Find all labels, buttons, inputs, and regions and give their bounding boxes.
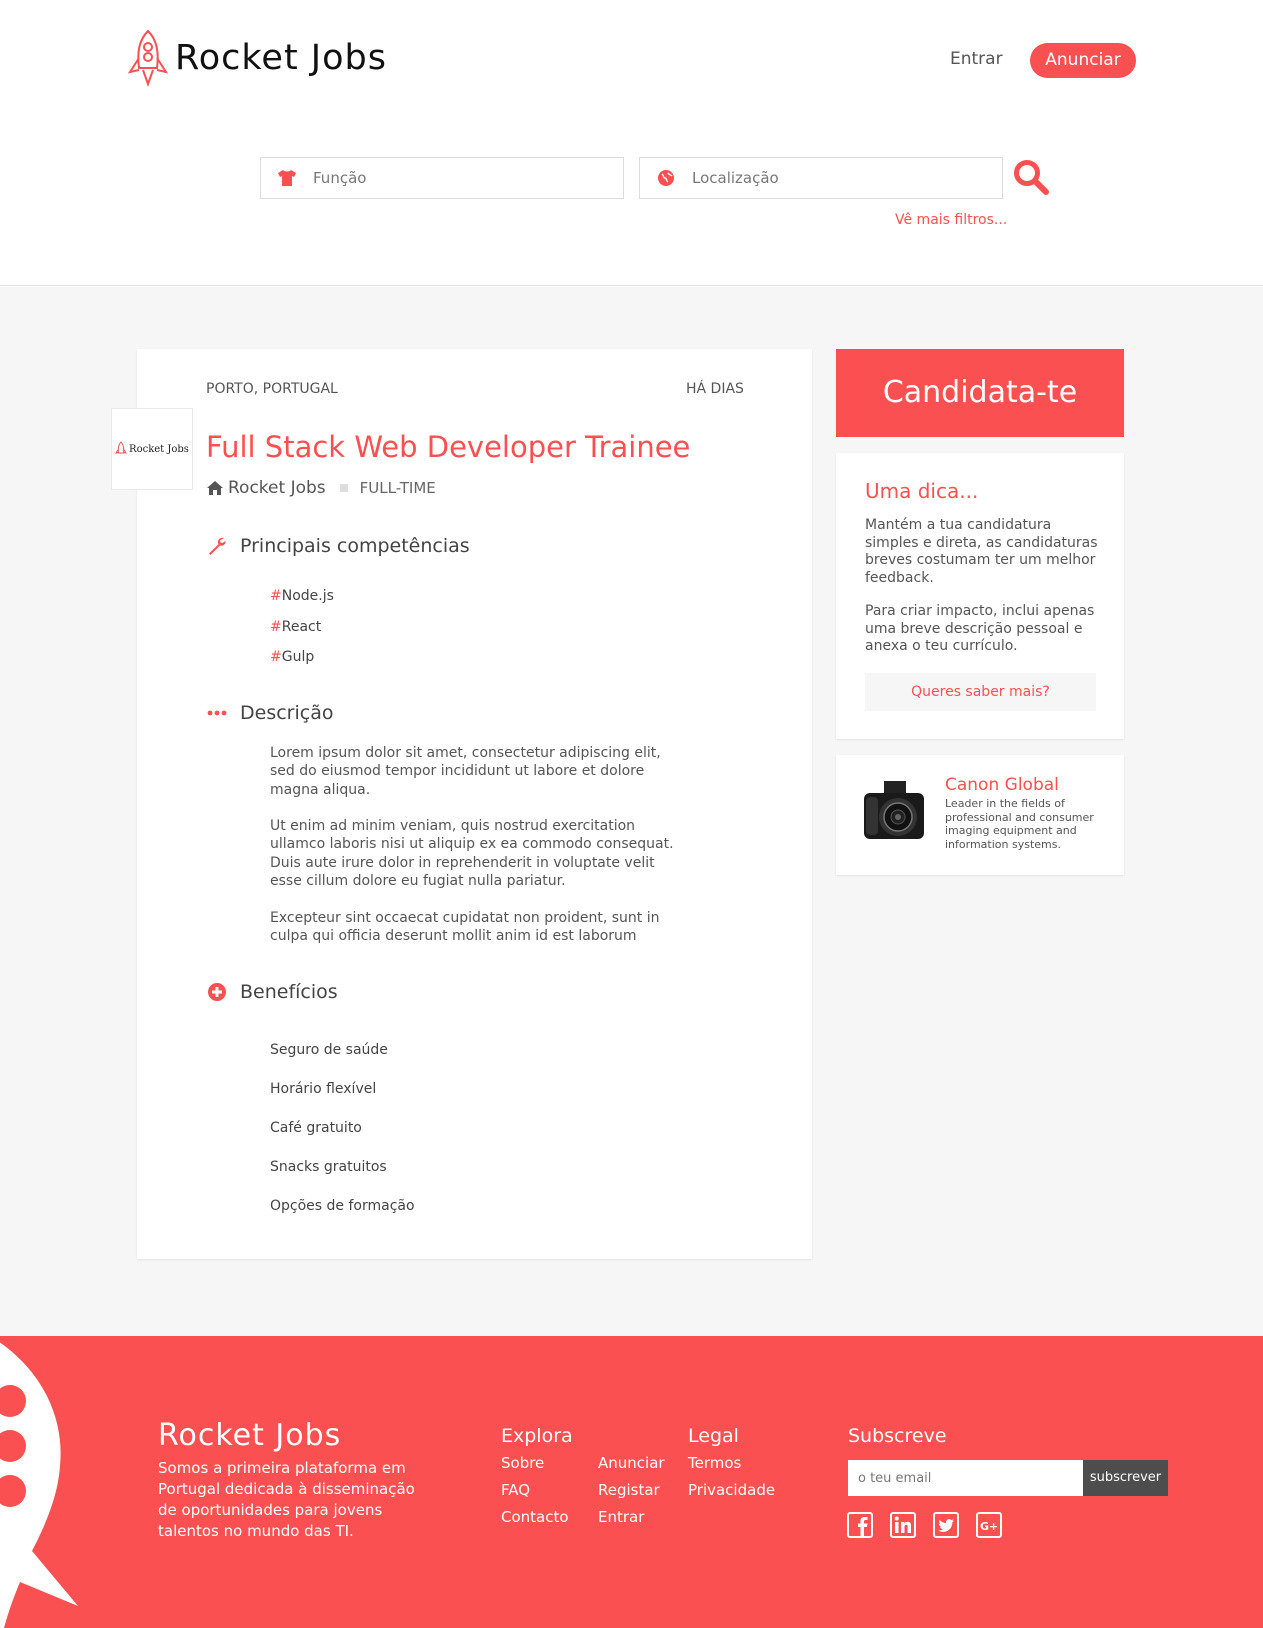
site-footer: Rocket Jobs Somos a primeira plataforma …: [0, 1336, 1263, 1628]
benefits-title: Benefícios: [240, 981, 338, 1003]
role-input[interactable]: [313, 169, 573, 187]
learn-more-button[interactable]: Queres saber mais?: [865, 673, 1096, 711]
wrench-icon: [206, 535, 228, 557]
location-input[interactable]: [692, 169, 952, 187]
skill-label: Node.js: [281, 588, 334, 604]
tip-title: Uma dica...: [865, 479, 979, 503]
search-icon[interactable]: [1012, 158, 1050, 196]
footer-link-anunciar[interactable]: Anunciar: [598, 1454, 665, 1472]
company-name[interactable]: Rocket Jobs: [228, 478, 326, 498]
skills-list: #Node.js #React #Gulp: [270, 588, 334, 680]
tip-paragraph: Para criar impacto, inclui apenas uma br…: [865, 603, 1095, 654]
apply-button[interactable]: Candidata-te: [836, 349, 1124, 437]
company-line: Rocket Jobs FULL-TIME: [206, 478, 436, 498]
benefits-list: Seguro de saúde Horário flexível Café gr…: [270, 1042, 415, 1237]
skill-tag[interactable]: #Gulp: [270, 649, 334, 680]
job-type: FULL-TIME: [359, 479, 436, 497]
svg-text:G+: G+: [980, 1520, 998, 1533]
job-location: PORTO, PORTUGAL: [206, 381, 338, 397]
brand-logo[interactable]: Rocket Jobs: [125, 28, 387, 88]
site-header: Rocket Jobs Entrar Anunciar Vê mais filt…: [0, 0, 1263, 286]
skill-label: Gulp: [281, 649, 315, 665]
footer-link-faq[interactable]: FAQ: [501, 1481, 530, 1499]
skill-tag[interactable]: #React: [270, 619, 334, 650]
tip-paragraph: Mantém a tua candidatura simples e diret…: [865, 517, 1098, 586]
plus-circle-icon: [206, 981, 228, 1003]
footer-link-contacto[interactable]: Contacto: [501, 1508, 569, 1526]
hash-prefix: #: [270, 649, 282, 665]
sponsor-name: Canon Global: [945, 775, 1059, 795]
skill-tag[interactable]: #Node.js: [270, 588, 334, 619]
footer-link-entrar[interactable]: Entrar: [598, 1508, 644, 1526]
company-logo[interactable]: Rocket Jobs: [111, 408, 193, 490]
footer-link-sobre[interactable]: Sobre: [501, 1454, 544, 1472]
subscribe-button[interactable]: subscrever: [1083, 1460, 1168, 1496]
skill-label: React: [281, 618, 322, 635]
ellipsis-icon: [206, 702, 228, 724]
separator-dot: [339, 484, 348, 492]
description-paragraph: Excepteur sint occaecat cupidatat non pr…: [270, 909, 660, 944]
explore-heading: Explora: [501, 1425, 573, 1447]
job-posted-date: HÁ DIAS: [686, 381, 744, 397]
twitter-icon[interactable]: [933, 1512, 959, 1538]
description-heading: Descrição: [206, 702, 333, 724]
camera-image: [864, 781, 924, 839]
more-filters-link[interactable]: Vê mais filtros...: [895, 212, 1007, 228]
footer-brand: Rocket Jobs: [158, 1418, 342, 1453]
job-description: Lorem ipsum dolor sit amet, consectetur …: [270, 744, 680, 964]
post-job-button[interactable]: Anunciar: [1030, 43, 1136, 78]
description-title: Descrição: [240, 702, 334, 724]
role-search-field[interactable]: [260, 157, 624, 199]
brand-name: Rocket Jobs: [175, 38, 387, 78]
legal-heading: Legal: [688, 1425, 739, 1447]
hash-prefix: #: [270, 588, 282, 604]
tip-card: Uma dica... Mantém a tua candidatura sim…: [836, 453, 1124, 739]
benefit-item: Café gratuito: [270, 1120, 362, 1136]
benefits-heading: Benefícios: [206, 981, 338, 1003]
benefit-item: Opções de formação: [270, 1198, 415, 1214]
description-paragraph: Ut enim ad minim veniam, quis nostrud ex…: [270, 818, 674, 890]
home-icon: [207, 481, 223, 495]
tshirt-icon: [277, 168, 297, 188]
email-input[interactable]: [848, 1460, 1083, 1496]
google-plus-icon[interactable]: G+: [976, 1512, 1002, 1538]
footer-link-privacidade[interactable]: Privacidade: [688, 1481, 775, 1499]
sponsor-text: Leader in the fields of professional and…: [945, 797, 1094, 851]
hash-prefix: #: [270, 618, 282, 635]
job-title: Full Stack Web Developer Trainee: [206, 430, 691, 464]
footer-link-registar[interactable]: Registar: [598, 1481, 660, 1499]
skills-heading: Principais competências: [206, 535, 470, 557]
login-link[interactable]: Entrar: [950, 49, 1003, 69]
rocket-watermark-icon: [0, 1342, 78, 1628]
benefit-item: Horário flexível: [270, 1081, 377, 1097]
footer-about: Somos a primeira plataforma em Portugal …: [158, 1459, 415, 1540]
skills-title: Principais competências: [240, 535, 470, 557]
benefit-item: Seguro de saúde: [270, 1042, 388, 1058]
location-search-field[interactable]: [639, 157, 1003, 199]
facebook-icon[interactable]: [847, 1512, 873, 1538]
benefit-item: Snacks gratuitos: [270, 1159, 387, 1175]
description-paragraph: Lorem ipsum dolor sit amet, consectetur …: [270, 745, 661, 798]
sponsor-ad[interactable]: Canon Global Leader in the fields of pro…: [836, 755, 1124, 875]
subscribe-heading: Subscreve: [848, 1425, 947, 1447]
rocket-icon: [115, 441, 128, 454]
footer-link-termos[interactable]: Termos: [688, 1454, 741, 1472]
linkedin-icon[interactable]: [890, 1512, 916, 1538]
rocket-icon: [127, 29, 169, 87]
company-logo-text: Rocket Jobs: [129, 443, 189, 455]
globe-icon: [656, 168, 676, 188]
